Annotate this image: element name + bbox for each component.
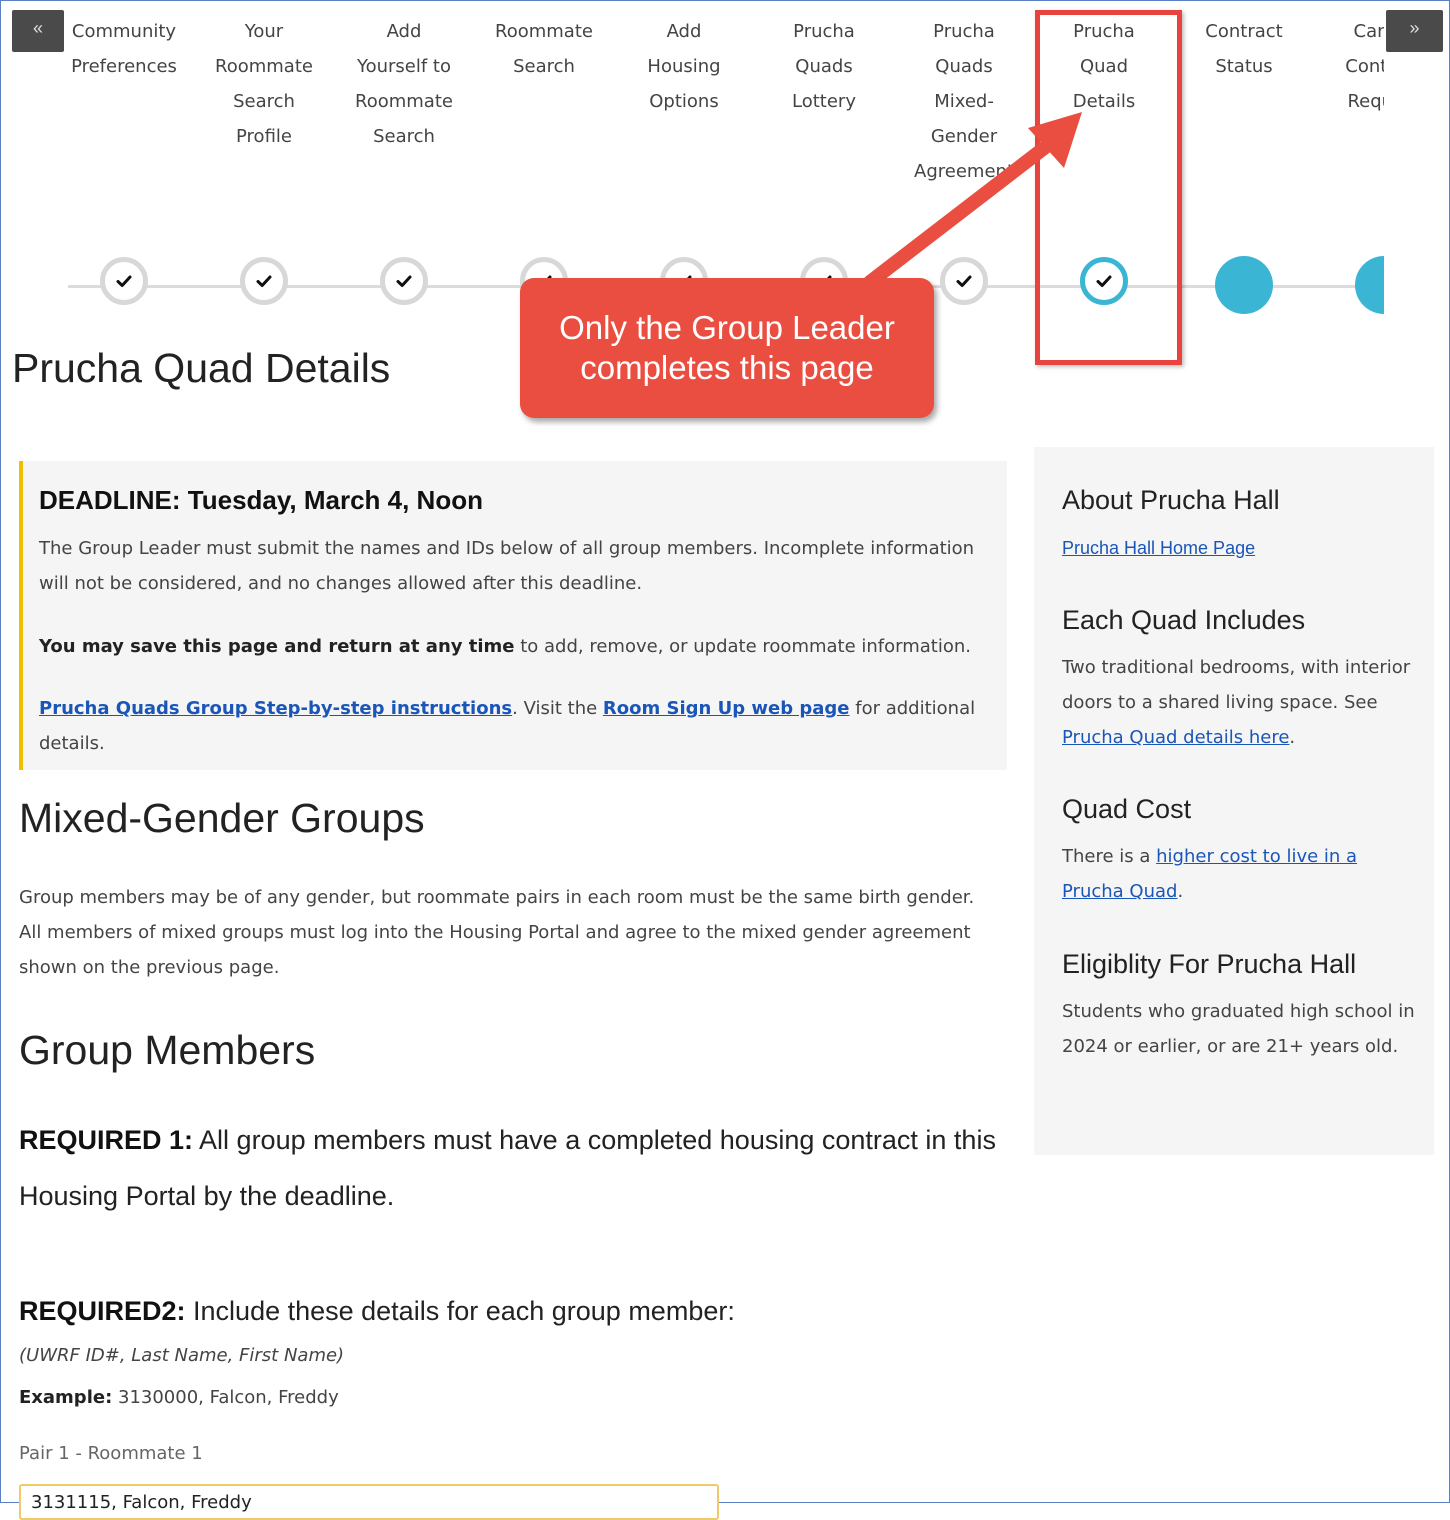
format-note: (UWRF ID#, Last Name, First Name) [19, 1345, 345, 1366]
step-circle[interactable] [240, 257, 288, 305]
save-note: You may save this page and return at any… [39, 629, 999, 664]
step-label[interactable]: Add Yourself to Roommate Search [334, 14, 474, 154]
required-2-text: Include these details for each group mem… [185, 1296, 735, 1326]
group-members-heading: Group Members [19, 1027, 316, 1073]
scroll-right-button[interactable]: » [1386, 10, 1443, 52]
required-1-label: REQUIRED 1: [19, 1125, 194, 1155]
save-note-rest: to add, remove, or update roommate infor… [514, 636, 972, 657]
step-circle[interactable] [100, 257, 148, 305]
includes-body: Two traditional bedrooms, with interior … [1062, 657, 1411, 713]
step-label[interactable]: Contract Status [1174, 14, 1314, 84]
step-label[interactable]: Add Housing Options [614, 14, 754, 119]
cost-body: There is a [1062, 846, 1157, 867]
double-chevron-left-icon: « [32, 18, 43, 38]
mixed-gender-text: Group members may be of any gender, but … [19, 887, 975, 978]
step-circle[interactable] [380, 257, 428, 305]
instructions-mid-text: . Visit the [512, 698, 603, 719]
includes-end: . [1289, 727, 1296, 748]
check-icon [396, 275, 412, 287]
step-label[interactable]: Community Preferences [54, 14, 194, 84]
step-by-step-instructions-link[interactable]: Prucha Quads Group Step-by-step instruct… [39, 698, 512, 719]
quad-details-link[interactable]: Prucha Quad details here [1062, 727, 1289, 748]
step-circle[interactable] [1215, 256, 1273, 314]
callout-note: Only the Group Leader completes this pag… [520, 278, 934, 418]
highlight-box [1035, 10, 1182, 365]
cost-text: There is a higher cost to live in a Pruc… [1062, 839, 1422, 909]
deadline-notice: DEADLINE: Tuesday, March 4, Noon The Gro… [19, 461, 1007, 770]
instructions-line: Prucha Quads Group Step-by-step instruct… [39, 691, 999, 761]
example-text: 3130000, Falcon, Freddy [112, 1387, 339, 1408]
double-chevron-right-icon: » [1409, 18, 1420, 38]
about-heading: About Prucha Hall [1062, 485, 1280, 515]
step-label[interactable]: CancelContractRequest [1314, 14, 1384, 119]
deadline-text: The Group Leader must submit the names a… [39, 538, 975, 594]
mixed-gender-heading: Mixed-Gender Groups [19, 795, 425, 841]
cost-end: . [1177, 881, 1184, 902]
deadline-title: DEADLINE: Tuesday, March 4, Noon [39, 485, 483, 515]
room-sign-up-link[interactable]: Room Sign Up web page [603, 698, 850, 719]
required-2: REQUIRED2: Include these details for eac… [19, 1296, 735, 1327]
step-label[interactable]: Prucha Quads Mixed- Gender Agreement [894, 14, 1034, 189]
example-label: Example: [19, 1387, 113, 1408]
step-circle[interactable] [1355, 256, 1384, 314]
step-label[interactable]: Roommate Search [474, 14, 614, 84]
cost-heading: Quad Cost [1062, 794, 1192, 824]
sidebar: About Prucha Hall Prucha Hall Home Page … [1034, 447, 1434, 1155]
pair1-roommate1-label: Pair 1 - Roommate 1 [19, 1443, 203, 1464]
check-icon [956, 275, 972, 287]
save-note-bold: You may save this page and return at any… [39, 636, 515, 657]
step-label[interactable]: Your Roommate Search Profile [194, 14, 334, 154]
required-1: REQUIRED 1: All group members must have … [19, 1112, 1009, 1224]
prucha-home-link[interactable]: Prucha Hall Home Page [1062, 538, 1255, 558]
example-line: Example: 3130000, Falcon, Freddy [19, 1380, 339, 1415]
pair1-roommate1-input[interactable]: 3131115, Falcon, Freddy [19, 1484, 719, 1520]
required-2-label: REQUIRED2: [19, 1296, 186, 1326]
step-label[interactable]: Prucha Quads Lottery [754, 14, 894, 119]
includes-heading: Each Quad Includes [1062, 605, 1306, 635]
check-icon [256, 275, 272, 287]
check-icon [116, 275, 132, 287]
step-circle[interactable] [940, 257, 988, 305]
about-paragraph: Prucha Hall Home Page [1062, 531, 1422, 566]
includes-text: Two traditional bedrooms, with interior … [1062, 650, 1422, 755]
eligibility-text: Students who graduated high school in 20… [1062, 1001, 1415, 1057]
page-title: Prucha Quad Details [12, 345, 391, 391]
scroll-left-button[interactable]: « [12, 10, 64, 52]
eligibility-heading: Eligiblity For Prucha Hall [1062, 949, 1357, 979]
